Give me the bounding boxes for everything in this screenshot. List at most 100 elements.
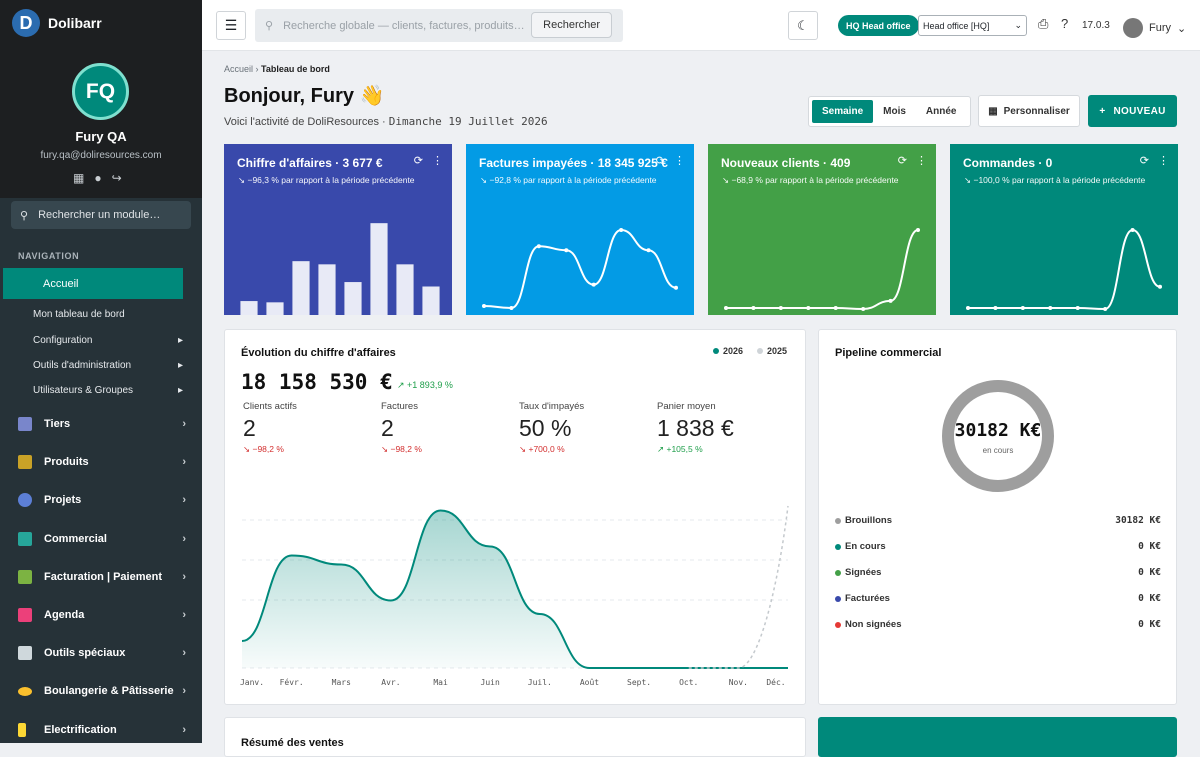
kpi-bar [344, 282, 362, 315]
brand[interactable]: D Dolibarr [0, 0, 202, 46]
kpi-point [1020, 305, 1025, 310]
sidebar-item-produits[interactable]: Produits › [18, 455, 186, 469]
x-tick-label: Nov. [729, 678, 748, 687]
refresh-icon[interactable]: ⟳ [898, 154, 907, 167]
page-title: Bonjour, Fury 👋 [224, 85, 385, 107]
sidebar-item-accueil[interactable]: Accueil [3, 268, 183, 299]
page-subtitle: Voici l'activité de DoliResources · Dima… [224, 115, 548, 128]
more-vertical-icon[interactable]: ⋮ [432, 154, 443, 167]
sidebar: D Dolibarr FQ Fury QA fury.qa@doliresour… [0, 0, 202, 743]
period-month-button[interactable]: Mois [873, 100, 916, 123]
chevron-right-icon: › [182, 456, 186, 468]
kpi-line [483, 228, 677, 309]
kpi-point [724, 305, 728, 310]
refresh-icon[interactable]: ⟳ [656, 154, 665, 167]
refresh-icon[interactable]: ⟳ [414, 154, 423, 167]
kpi-card[interactable]: Chiffre d'affaires · 3 677 € ↘ −96,3 % pa… [224, 144, 452, 315]
search-icon: ⚲ [20, 209, 29, 222]
kpi-point [509, 305, 514, 310]
sidebar-item-configuration[interactable]: Configuration ▸ [33, 335, 183, 346]
search-icon: ⚲ [265, 20, 274, 32]
sidebar-item-projets[interactable]: Projets › [18, 493, 186, 507]
stat-avg-basket: Panier moyen 1 838 € ↗ +105,5 % [657, 401, 734, 454]
kpi-point [1158, 284, 1162, 289]
pipeline-title: Pipeline commercial [835, 347, 942, 359]
search-button[interactable]: Rechercher [531, 12, 612, 38]
stat-unpaid-rate: Taux d'impayés 50 % ↘ +700,0 % [519, 401, 585, 454]
kpi-card[interactable]: Nouveaux clients · 409 ↘ −68,9 % par rapp… [708, 144, 936, 315]
tools-icon [18, 646, 32, 660]
sidebar-item-dashboard[interactable]: Mon tableau de bord [33, 309, 183, 320]
period-week-button[interactable]: Semaine [812, 100, 874, 123]
more-vertical-icon[interactable]: ⋮ [1158, 154, 1169, 167]
chart-legend: 2026 2025 [713, 346, 787, 356]
version: 17.0.3 [1082, 20, 1110, 31]
legend-2026[interactable]: 2026 [713, 346, 743, 356]
menu-toggle-button[interactable]: ☰ [216, 11, 246, 40]
more-vertical-icon[interactable]: ⋮ [674, 154, 685, 167]
kpi-point [482, 303, 486, 308]
help-icon[interactable]: ? [1061, 16, 1068, 31]
sidebar-item-outils-speciaux[interactable]: Outils spéciaux › [18, 646, 186, 660]
kpi-delta: ↘ −100,0 % par rapport à la période préc… [964, 175, 1146, 185]
pipeline-center-label: en cours [982, 446, 1014, 455]
kpi-point [751, 305, 756, 310]
customize-button[interactable]: ▦ Personnaliser [978, 95, 1080, 127]
global-search-input[interactable]: ⚲ Recherche globale — clients, factures,… [255, 9, 623, 42]
breadcrumb: Accueil › Tableau de bord [224, 64, 330, 74]
kpi-title: Nouveaux clients · 409 [721, 156, 851, 170]
chevron-right-icon: ▸ [177, 385, 183, 396]
kpi-point [646, 248, 651, 253]
lightning-icon [18, 723, 26, 737]
print-icon[interactable]: ⎙ [1038, 16, 1048, 32]
briefcase-icon [18, 532, 32, 546]
x-tick-label: Déc. [766, 677, 785, 687]
avatar[interactable]: FQ [72, 63, 129, 120]
user-name: Fury QA [75, 129, 127, 144]
chevron-right-icon: › [182, 571, 186, 583]
kpi-line [726, 229, 919, 310]
sidebar-item-tiers[interactable]: Tiers › [18, 417, 186, 431]
sidebar-item-electrification[interactable]: Electrification › [18, 723, 186, 737]
kpi-point [1048, 305, 1053, 310]
new-button[interactable]: + NOUVEAU [1088, 95, 1177, 127]
sidebar-item-facturation[interactable]: Facturation | Paiement › [18, 570, 186, 584]
user-menu[interactable]: Fury ⌄ [1123, 18, 1186, 38]
sidebar-item-agenda[interactable]: Agenda › [18, 608, 186, 622]
revenue-total: 18 158 530 € [241, 370, 393, 394]
period-year-button[interactable]: Année [916, 100, 967, 123]
dark-mode-toggle[interactable]: ☾ [788, 11, 818, 40]
sidebar-item-boulangerie[interactable]: Boulangerie & Pâtisserie › [18, 685, 186, 697]
x-tick-label: Août [580, 678, 599, 687]
kpi-point [778, 305, 783, 310]
revenue-chart: Janv. Févr. Mars Avr. Mai Juin Juil. Août Sept. O… [240, 505, 789, 687]
logout-icon[interactable]: ↪ [112, 171, 122, 185]
entity-select[interactable]: Head office [HQ] ⌄ [918, 15, 1027, 36]
kpi-card[interactable]: Factures impayées · 18 345 925 € ↘ −92,8 … [466, 144, 694, 315]
sidebar-item-commercial[interactable]: Commercial › [18, 532, 186, 546]
legend-2025[interactable]: 2025 [757, 346, 787, 356]
dashboard-icon[interactable]: ▦ [73, 171, 84, 185]
kpi-card[interactable]: Commandes · 0 ↘ −100,0 % par rapport à la… [950, 144, 1178, 315]
kpi-point [591, 282, 596, 287]
chevron-right-icon: › [182, 685, 186, 697]
kpi-bar [318, 264, 336, 315]
revenue-delta: ↗ +1 893,9 % [397, 380, 453, 390]
grid-icon: ▦ [988, 105, 998, 117]
sidebar-item-admin-tools[interactable]: Outils d'administration ▸ [33, 360, 183, 371]
refresh-icon[interactable]: ⟳ [1140, 154, 1149, 167]
sidebar-item-users-groups[interactable]: Utilisateurs & Groupes ▸ [33, 385, 183, 396]
kpi-delta: ↘ −68,9 % par rapport à la période précé… [722, 175, 899, 185]
kpi-bar [370, 223, 388, 315]
hamburger-icon: ☰ [224, 17, 238, 33]
brand-name: Dolibarr [48, 15, 102, 31]
user-icon[interactable]: ● [94, 171, 101, 185]
project-icon [18, 493, 32, 507]
breadcrumb-home[interactable]: Accueil [224, 64, 253, 74]
teal-card [818, 717, 1177, 757]
chevron-right-icon: ▸ [177, 360, 183, 371]
kpi-title: Commandes · 0 [963, 156, 1053, 170]
pipeline-row: Brouillons 30182 K€ [835, 515, 1161, 526]
module-search-input[interactable]: ⚲ Rechercher un module… [11, 201, 191, 229]
more-vertical-icon[interactable]: ⋮ [916, 154, 927, 167]
